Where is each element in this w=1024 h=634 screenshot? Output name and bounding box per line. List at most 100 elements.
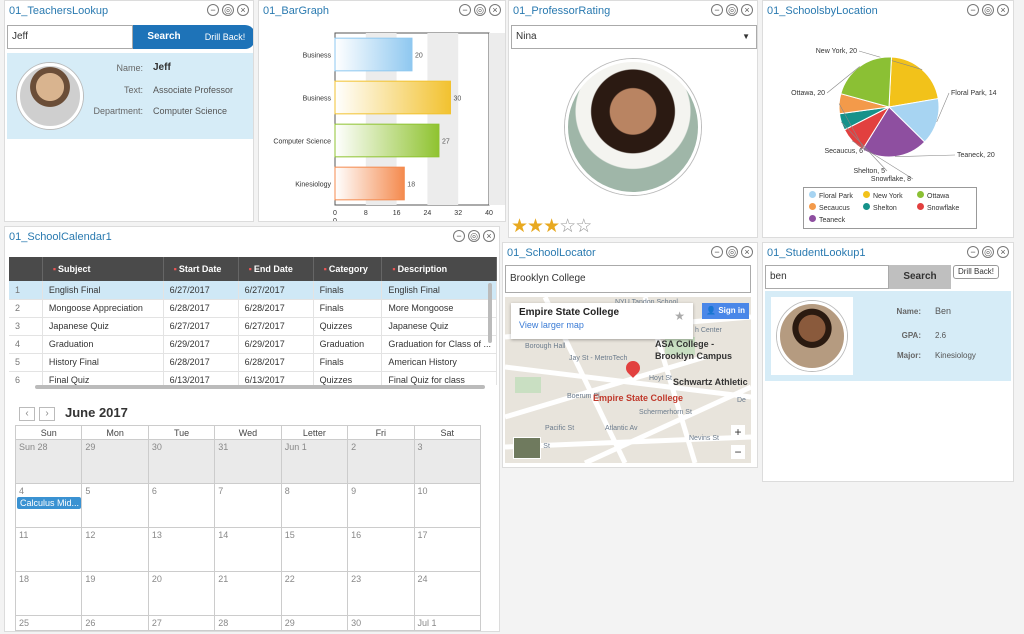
calendar-day[interactable]: 20	[147, 571, 216, 616]
calendar-day[interactable]: 6	[147, 483, 216, 528]
student-search-input[interactable]: ben	[765, 265, 889, 289]
calendar-day[interactable]: 23	[347, 571, 415, 616]
calendar-day[interactable]: 25	[14, 615, 83, 631]
calendar-day[interactable]: 27	[147, 615, 216, 631]
legend-item[interactable]: Shelton	[863, 203, 917, 215]
calendar-day[interactable]: 9	[347, 483, 415, 528]
star-icon[interactable]: ☆	[559, 216, 576, 237]
minimize-icon[interactable]: −	[453, 230, 465, 242]
settings-icon[interactable]: ◎	[726, 246, 738, 258]
next-month-button[interactable]: ›	[39, 407, 55, 421]
calendar-day[interactable]: 28	[214, 615, 282, 631]
legend-item[interactable]: Floral Park	[809, 191, 863, 203]
calendar-day[interactable]: 13	[147, 527, 216, 572]
star-icon[interactable]: ★	[527, 216, 544, 237]
close-icon[interactable]: ×	[483, 230, 495, 242]
calendar-day[interactable]: 31	[214, 439, 282, 484]
column-header[interactable]: ▪ Category	[313, 257, 383, 281]
bar[interactable]	[334, 80, 451, 115]
calendar-day[interactable]: 11	[14, 527, 83, 572]
star-rating[interactable]: ★★★☆☆	[511, 216, 592, 237]
close-icon[interactable]: ×	[489, 4, 501, 16]
map-satellite-thumb[interactable]	[513, 437, 541, 459]
settings-icon[interactable]: ◎	[982, 4, 994, 16]
calendar-day[interactable]: 24	[413, 571, 482, 616]
close-icon[interactable]: ×	[741, 246, 753, 258]
minimize-icon[interactable]: −	[459, 4, 471, 16]
calendar-day[interactable]: 30	[347, 615, 415, 631]
close-icon[interactable]: ×	[237, 4, 249, 16]
column-header[interactable]: ▪ Description	[381, 257, 497, 281]
column-header[interactable]: ▪ Subject	[42, 257, 164, 281]
settings-icon[interactable]: ◎	[982, 246, 994, 258]
calendar-day[interactable]: 18	[14, 571, 83, 616]
bar[interactable]	[334, 37, 413, 72]
view-larger-map-link[interactable]: View larger map	[519, 320, 685, 330]
calendar-day[interactable]: 3	[413, 439, 482, 484]
column-header[interactable]: ▪ Start Date	[163, 257, 239, 281]
calendar-day[interactable]: 5	[81, 483, 149, 528]
calendar-day[interactable]: 2	[347, 439, 415, 484]
table-row[interactable]: 2 Mongoose Appreciation 6/28/2017 6/28/2017…	[9, 299, 497, 318]
calendar-day[interactable]: 17	[413, 527, 482, 572]
minimize-icon[interactable]: −	[207, 4, 219, 16]
minimize-icon[interactable]: −	[967, 246, 979, 258]
star-icon[interactable]: ☆	[575, 216, 592, 237]
search-button[interactable]: Search	[133, 25, 195, 49]
zoom-out-button[interactable]: −	[731, 445, 745, 459]
star-icon[interactable]: ★	[543, 216, 560, 237]
prev-month-button[interactable]: ‹	[19, 407, 35, 421]
minimize-icon[interactable]: −	[711, 4, 723, 16]
sign-in-button[interactable]: 👤 Sign in	[702, 303, 749, 319]
settings-icon[interactable]: ◎	[468, 230, 480, 242]
drill-back-button[interactable]: Drill Back!	[953, 265, 999, 279]
calendar-day[interactable]: 8	[280, 483, 349, 528]
calendar-day[interactable]: 29	[81, 439, 149, 484]
legend-item[interactable]: Ottawa	[917, 191, 971, 203]
teacher-search-input[interactable]: Jeff	[7, 25, 133, 49]
legend-item[interactable]: New York	[863, 191, 917, 203]
calendar-day[interactable]: 14	[214, 527, 282, 572]
calendar-day[interactable]: Sun 28	[14, 439, 83, 484]
star-icon[interactable]: ★	[511, 216, 528, 237]
drill-back-button[interactable]: Drill Back!	[195, 25, 253, 49]
table-row[interactable]: 3 Japanese Quiz 6/27/2017 6/27/2017 Quizzes J…	[9, 317, 497, 336]
calendar-day[interactable]: 15	[280, 527, 349, 572]
bar[interactable]	[334, 166, 405, 201]
calendar-day[interactable]: 22	[280, 571, 349, 616]
settings-icon[interactable]: ◎	[222, 4, 234, 16]
calendar-event[interactable]: Calculus Mid...	[17, 497, 81, 509]
legend-item[interactable]: Secaucus	[809, 203, 863, 215]
calendar-day[interactable]: 16	[347, 527, 415, 572]
calendar-day[interactable]: Jul 1	[413, 615, 482, 631]
settings-icon[interactable]: ◎	[726, 4, 738, 16]
minimize-icon[interactable]: −	[711, 246, 723, 258]
legend-item[interactable]: Teaneck	[809, 215, 863, 227]
calendar-day[interactable]: 12	[81, 527, 149, 572]
map[interactable]: NYU Tandon Schoolh CenterBorough HallJay…	[505, 297, 751, 463]
table-row[interactable]: 1 English Final 6/27/2017 6/27/2017 Finals En…	[9, 281, 497, 300]
table-row[interactable]: 6 Final Quiz 6/13/2017 6/13/2017 Quizzes Fina…	[9, 371, 497, 385]
calendar-day[interactable]: 7	[214, 483, 282, 528]
calendar-day[interactable]: 29	[280, 615, 349, 631]
star-icon[interactable]: ★	[674, 309, 685, 323]
legend-item[interactable]: Snowflake	[917, 203, 971, 215]
location-input[interactable]: Brooklyn College	[505, 265, 751, 293]
minimize-icon[interactable]: −	[967, 4, 979, 16]
table-row[interactable]: 5 History Final 6/28/2017 6/28/2017 Finals Am…	[9, 353, 497, 372]
grid-vscrollbar[interactable]	[488, 283, 492, 343]
calendar-day[interactable]: 21	[214, 571, 282, 616]
search-button[interactable]: Search	[889, 265, 951, 289]
calendar-day[interactable]: 26	[81, 615, 149, 631]
close-icon[interactable]: ×	[997, 4, 1009, 16]
close-icon[interactable]: ×	[997, 246, 1009, 258]
zoom-in-button[interactable]: +	[731, 425, 745, 439]
settings-icon[interactable]: ◎	[474, 4, 486, 16]
calendar-day[interactable]: 30	[147, 439, 216, 484]
bar[interactable]	[334, 123, 440, 158]
calendar-day[interactable]: 10	[413, 483, 482, 528]
professor-select[interactable]: Nina ▼	[511, 25, 757, 49]
calendar-day[interactable]: 19	[81, 571, 149, 616]
column-header[interactable]: ▪ End Date	[238, 257, 314, 281]
table-row[interactable]: 4 Graduation 6/29/2017 6/29/2017 Graduation G…	[9, 335, 497, 354]
